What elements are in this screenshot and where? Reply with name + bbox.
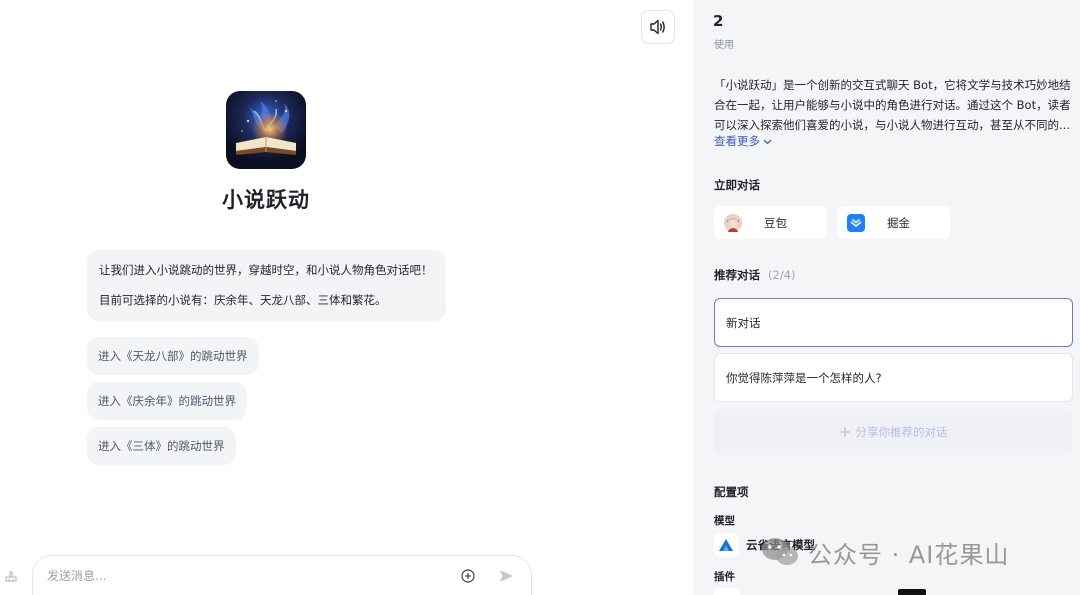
model-label: 模型	[714, 515, 735, 527]
magic-book-icon	[236, 100, 296, 155]
chat-entry-juejin[interactable]: 掘金	[837, 206, 950, 239]
speaker-button[interactable]	[641, 10, 675, 44]
message-composer	[32, 555, 532, 595]
watermark: 公众号 · AI花果山	[760, 534, 1009, 570]
welcome-message: 让我们进入小说跳动的世界，穿越时空，和小说人物角色对话吧！ 目前可选择的小说有：…	[87, 250, 446, 321]
add-attachment-button[interactable]	[457, 565, 479, 587]
plus-circle-icon	[461, 568, 475, 583]
usage-label: 使用	[714, 40, 734, 51]
juejin-logo-icon	[847, 213, 865, 232]
send-icon	[499, 569, 513, 582]
speaker-icon	[650, 19, 665, 35]
chat-entry-label: 掘金	[887, 215, 910, 230]
plugin-item[interactable]	[898, 589, 926, 595]
recommend-title-text: 推荐对话	[714, 268, 760, 282]
chevron-down-icon	[763, 139, 772, 144]
bot-avatar	[226, 91, 306, 169]
recommend-item-new-chat[interactable]: 新对话	[714, 298, 1073, 347]
see-more-link[interactable]: 查看更多	[714, 133, 772, 149]
skylark-model-icon	[714, 533, 738, 557]
share-label: 分享你推荐的对话	[855, 425, 948, 439]
plugin-item[interactable]	[714, 588, 740, 595]
send-button[interactable]	[495, 565, 517, 587]
chat-pane: 小说跃动 让我们进入小说跳动的世界，穿越时空，和小说人物角色对话吧！ 目前可选择…	[0, 0, 693, 595]
doubao-avatar-icon	[724, 213, 742, 232]
plus-icon	[840, 427, 849, 437]
broom-icon[interactable]	[4, 568, 18, 582]
chat-now-title: 立即对话	[714, 178, 760, 192]
chat-entry-doubao[interactable]: 豆包	[714, 206, 827, 239]
welcome-line: 让我们进入小说跳动的世界，穿越时空，和小说人物角色对话吧！	[99, 263, 433, 277]
recommend-item-question[interactable]: 你觉得陈萍萍是一个怎样的人?	[714, 353, 1073, 402]
see-more-label: 查看更多	[714, 134, 760, 148]
suggestion-chip-santi[interactable]: 进入《三体》的跳动世界	[87, 427, 236, 465]
bot-info-panel: 2 使用 「小说跃动」是一个创新的交互式聊天 Bot，它将文学与技术巧妙地结合在…	[693, 0, 1080, 595]
welcome-line: 目前可选择的小说有：庆余年、天龙八部、三体和繁花。	[99, 293, 387, 307]
chat-entry-label: 豆包	[764, 215, 787, 230]
bot-name: 小说跃动	[222, 188, 310, 212]
usage-count: 2	[713, 12, 724, 30]
config-title: 配置项	[714, 485, 749, 499]
bot-description: 「小说跃动」是一个创新的交互式聊天 Bot，它将文学与技术巧妙地结合在一起，让用…	[714, 78, 1071, 132]
recommend-count: (2/4)	[768, 268, 796, 282]
recommend-title: 推荐对话 (2/4)	[714, 267, 796, 283]
plugin-label: 插件	[714, 571, 735, 583]
watermark-text: 公众号 · AI花果山	[808, 540, 1010, 569]
suggestion-chip-tianlong[interactable]: 进入《天龙八部》的跳动世界	[87, 337, 259, 375]
share-recommendation-button[interactable]: 分享你推荐的对话	[714, 409, 1073, 455]
wechat-icon	[762, 538, 798, 565]
suggestion-chip-qingyunian[interactable]: 进入《庆余年》的跳动世界	[87, 382, 247, 420]
message-input[interactable]	[47, 568, 441, 583]
